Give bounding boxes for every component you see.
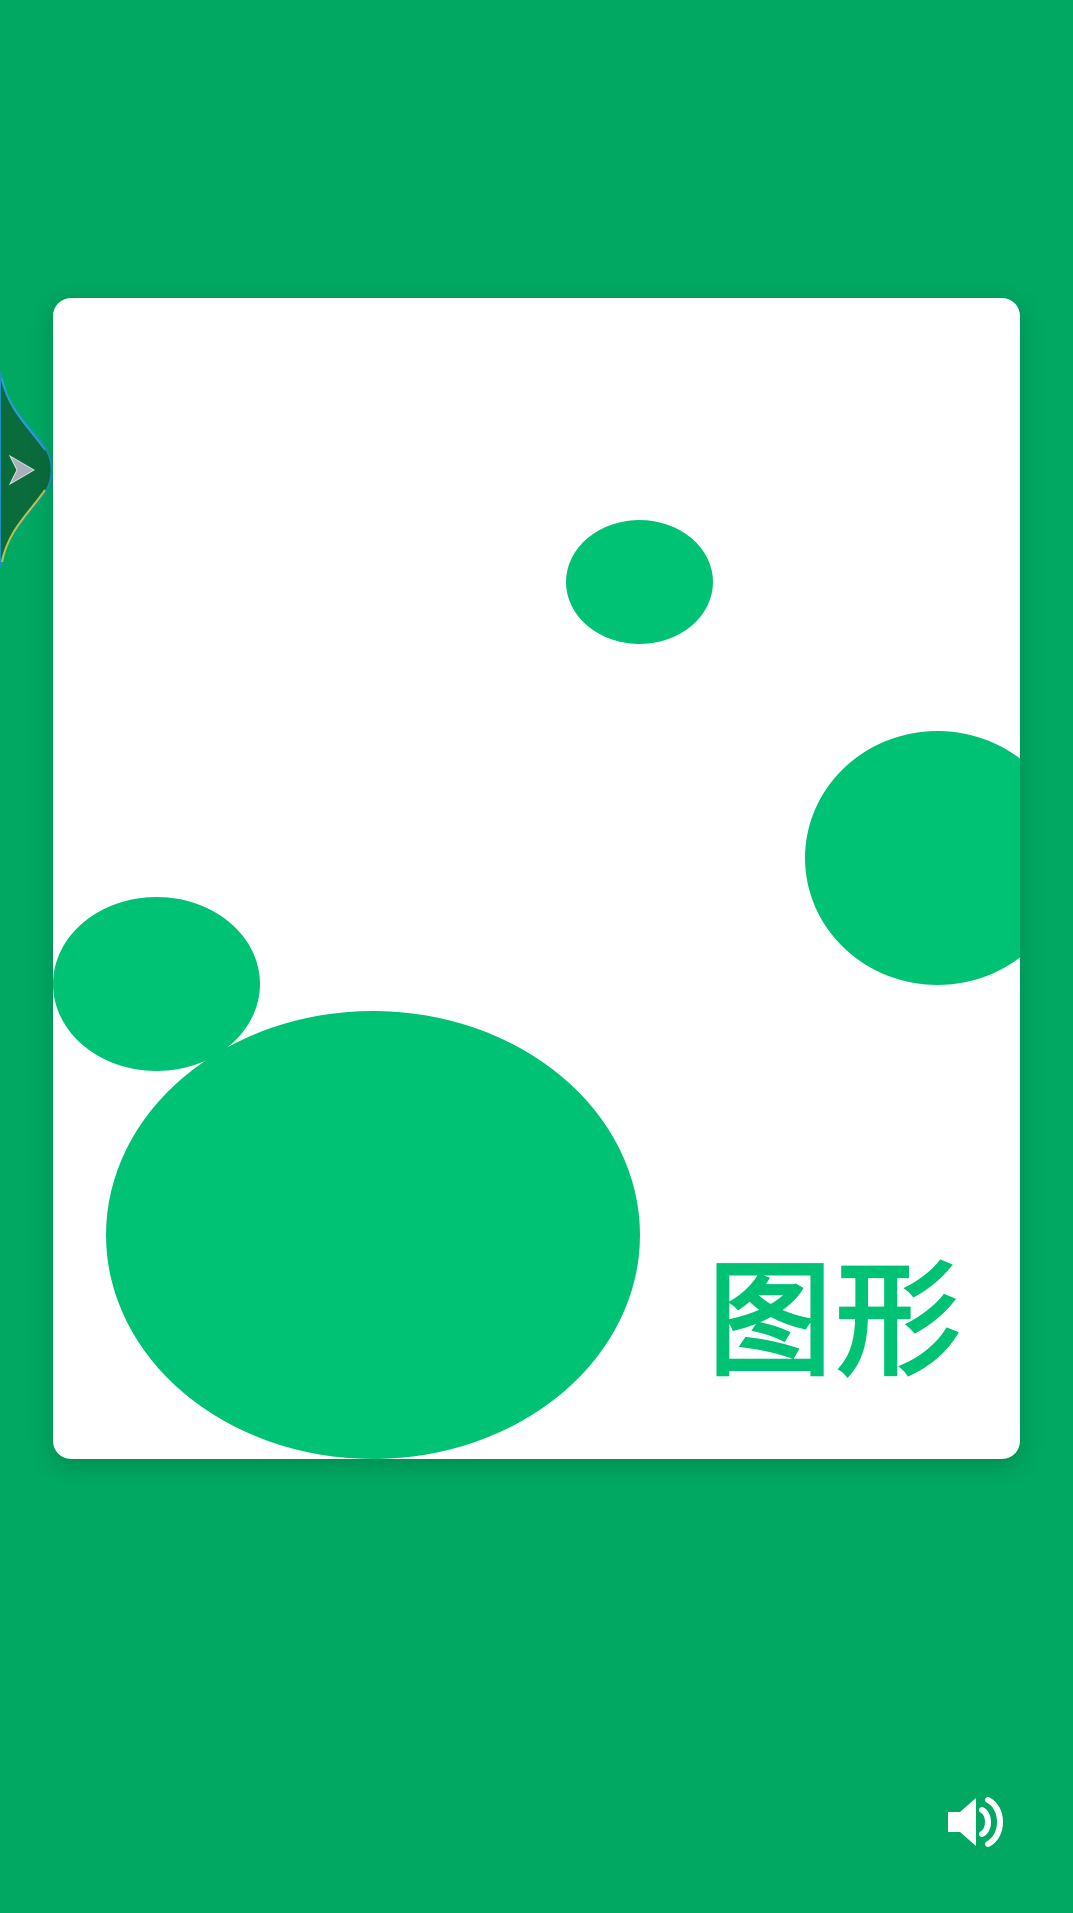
card-title: 图形 (707, 1250, 964, 1394)
speaker-icon (948, 1797, 1003, 1847)
circle-shape-small (566, 520, 713, 644)
sound-button[interactable] (944, 1792, 1012, 1852)
side-drawer-tab[interactable] (0, 371, 53, 569)
circle-shape-right (805, 731, 1020, 985)
flashcard[interactable]: 图形 (53, 298, 1020, 1459)
circle-shape-large (106, 1011, 640, 1459)
chevron-right-icon (0, 371, 53, 569)
